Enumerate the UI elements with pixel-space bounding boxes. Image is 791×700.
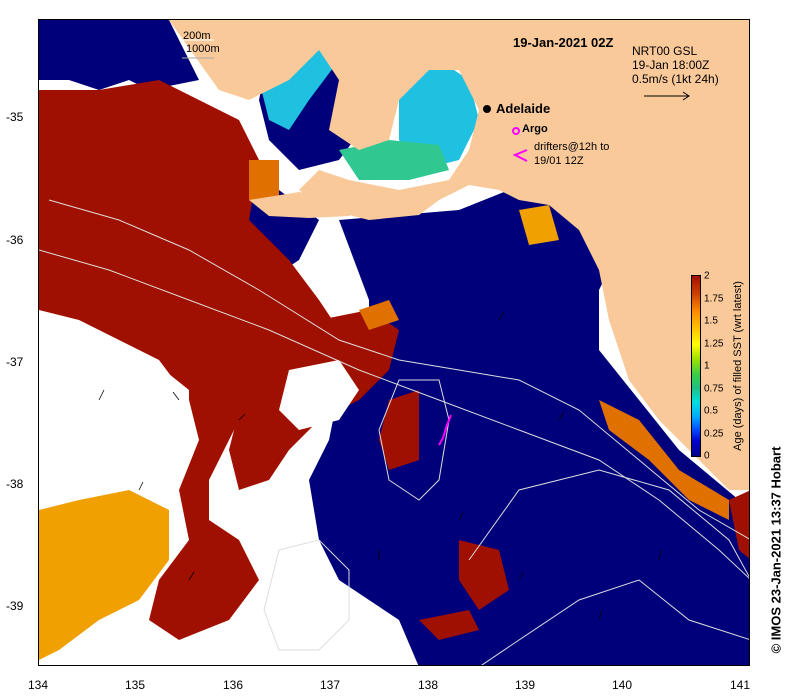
colorbar-tick: 0.25 [704, 428, 724, 440]
y-tick-label: -36 [6, 233, 24, 247]
valid-time-label: 19-Jan 18:00Z [632, 58, 710, 72]
drifters-label: drifters@12h to 19/01 12Z [534, 141, 610, 167]
sst-age-map[interactable] [38, 19, 750, 666]
y-tick-label: -38 [6, 477, 24, 491]
colorbar-tick: 1.5 [704, 315, 718, 327]
credit-label: © IMOS 23-Jan-2021 13:37 Hobart [768, 446, 784, 654]
x-tick-label: 135 [124, 678, 146, 692]
x-tick-label: 134 [27, 678, 49, 692]
y-tick-label: -37 [6, 355, 24, 369]
colorbar-title: Age (days) of filled SST (wrt latest) [732, 281, 744, 451]
colorbar-tick: 0.75 [704, 383, 724, 395]
contour-label-200m: 200m [183, 30, 211, 42]
x-tick-label: 140 [611, 678, 633, 692]
x-tick-label: 136 [222, 678, 244, 692]
city-label: Adelaide [496, 101, 551, 116]
y-tick-label: -35 [6, 110, 24, 124]
y-tick-label: -39 [6, 599, 24, 613]
x-tick-label: 139 [514, 678, 536, 692]
contour-label-1000m: 1000m [186, 43, 220, 55]
colorbar-tick: 2 [704, 270, 710, 282]
product-label: NRT00 GSL [632, 44, 698, 58]
x-tick-label: 138 [417, 678, 439, 692]
argo-label: Argo [522, 123, 548, 135]
colorbar-tick: 0.5 [704, 405, 718, 417]
colorbar-tick: 1.25 [704, 338, 724, 350]
map-title: 19-Jan-2021 02Z [513, 35, 614, 50]
city-marker [483, 105, 491, 113]
x-tick-label: 137 [319, 678, 341, 692]
x-tick-label: 141 [729, 678, 751, 692]
scale-label: 0.5m/s (1kt 24h) [632, 72, 719, 86]
mid-age-gulf [249, 160, 279, 200]
map-canvas [39, 20, 749, 665]
colorbar-tick: 0 [704, 450, 710, 462]
colorbar [691, 275, 701, 457]
colorbar-tick: 1 [704, 360, 710, 372]
colorbar-tick: 1.75 [704, 293, 724, 305]
